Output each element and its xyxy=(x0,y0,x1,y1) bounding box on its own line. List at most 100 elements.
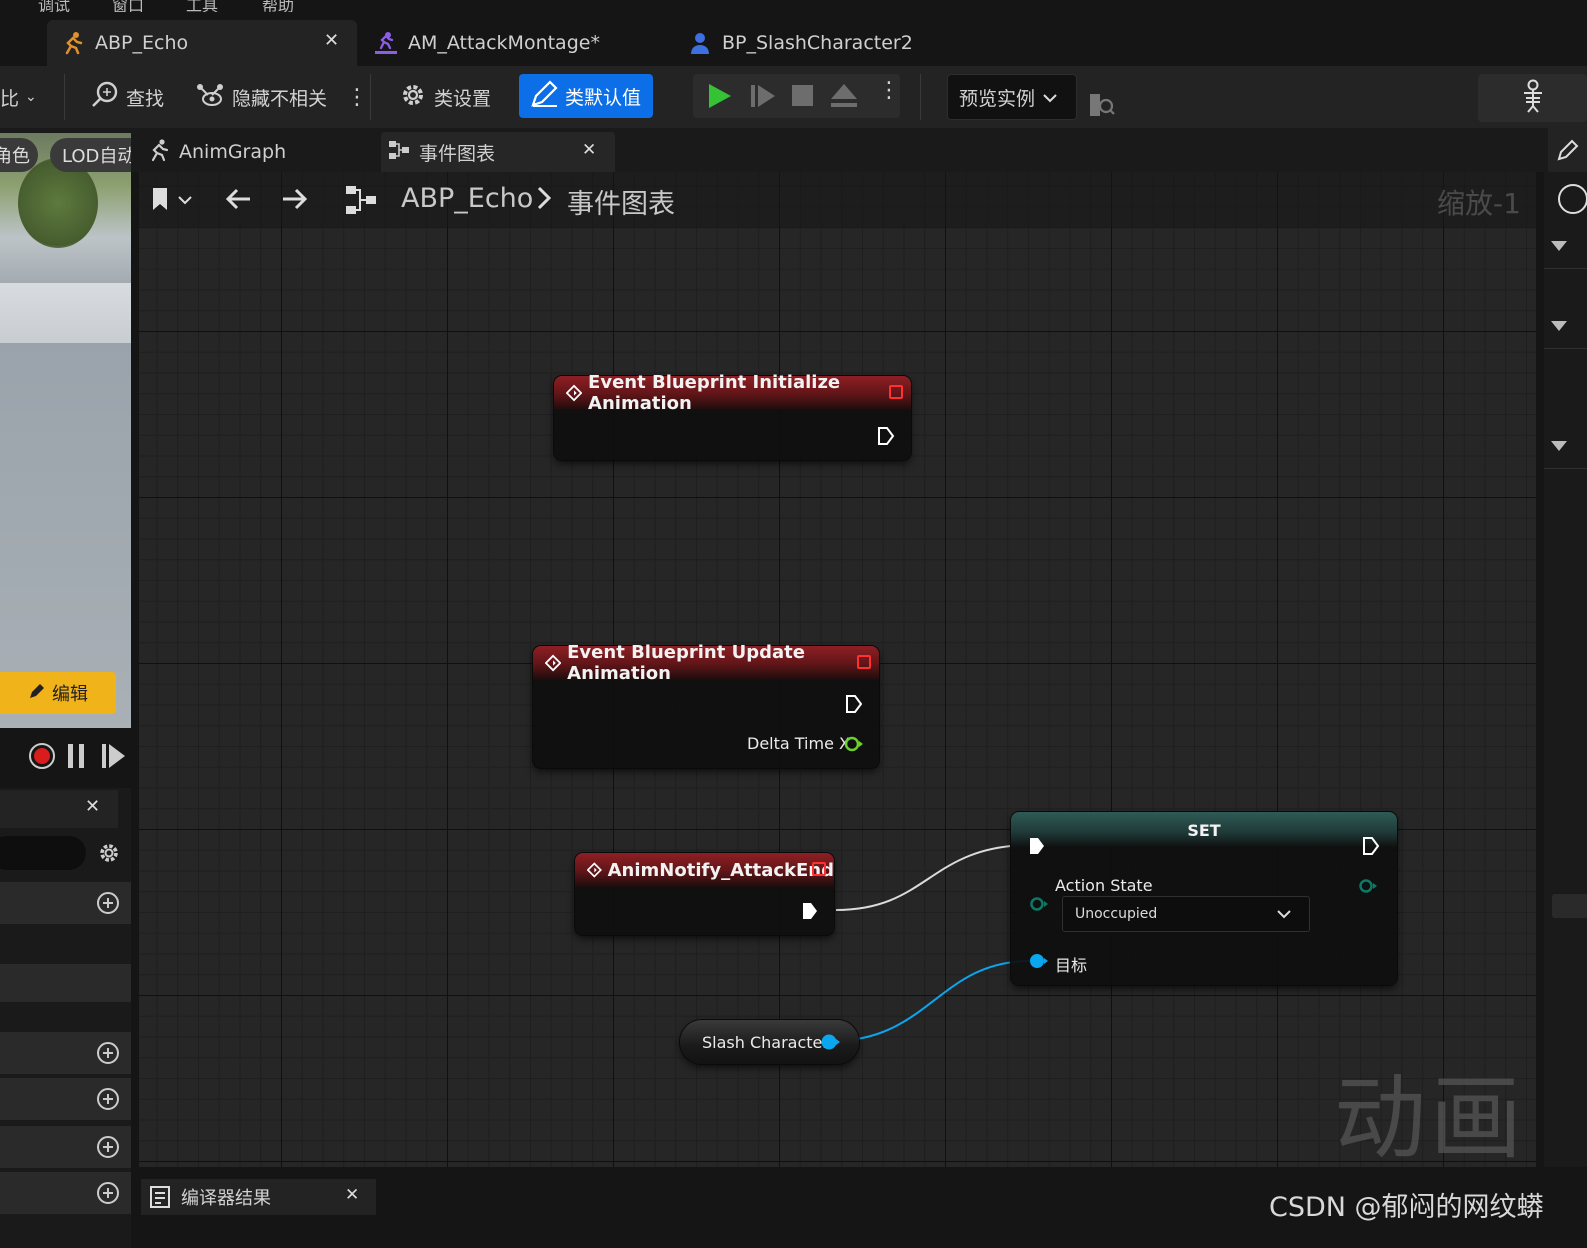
object-out-pin[interactable] xyxy=(820,1032,842,1052)
add-icon[interactable] xyxy=(96,1135,120,1163)
compiler-results-tab[interactable]: 编译器结果 ✕ xyxy=(141,1179,376,1215)
graph-breadcrumb-bar: ABP_Echo 事件图表 缩放-1 xyxy=(139,172,1536,228)
close-icon[interactable]: ✕ xyxy=(582,140,596,160)
details-category-row[interactable] xyxy=(0,1032,131,1074)
back-arrow-icon[interactable] xyxy=(223,186,253,216)
class-settings-label: 类设置 xyxy=(434,87,492,110)
search-icon[interactable] xyxy=(1558,184,1587,214)
delegate-pin[interactable] xyxy=(889,385,903,399)
right-panel-strip xyxy=(1544,128,1587,1248)
step-forward-icon[interactable] xyxy=(101,742,127,774)
close-icon[interactable]: ✕ xyxy=(324,30,339,51)
hide-unrelated-button[interactable]: 隐藏不相关 xyxy=(194,76,327,118)
bookmark-icon[interactable] xyxy=(151,186,195,218)
add-icon[interactable] xyxy=(96,1041,120,1069)
more-options-icon[interactable]: ⋮ xyxy=(346,76,368,118)
node-anim-notify-attack-end[interactable]: AnimNotify_AttackEnd xyxy=(575,853,834,935)
exec-out-pin[interactable] xyxy=(801,901,819,921)
tab-animgraph[interactable]: AnimGraph xyxy=(141,132,373,172)
tab-label: AnimGraph xyxy=(179,141,287,163)
debug-filter-icon[interactable] xyxy=(1088,84,1116,126)
node-title: SET xyxy=(1187,820,1221,840)
details-category-row[interactable] xyxy=(0,1172,131,1214)
search-input[interactable] xyxy=(0,836,86,870)
divider xyxy=(1544,348,1587,349)
stop-icon[interactable] xyxy=(791,83,815,114)
close-icon[interactable]: ✕ xyxy=(345,1185,359,1205)
add-icon[interactable] xyxy=(96,891,120,919)
node-header: AnimNotify_AttackEnd xyxy=(575,853,834,887)
enum-out-pin[interactable] xyxy=(1357,878,1379,894)
node-event-initialize-animation[interactable]: Event Blueprint Initialize Animation xyxy=(554,372,911,460)
hide-unrelated-label: 隐藏不相关 xyxy=(232,87,328,110)
node-set-action-state[interactable]: SET Action State Unoccupied 目标 xyxy=(1011,812,1397,985)
skeleton-icon xyxy=(1518,79,1548,118)
edit-button[interactable]: 编辑 xyxy=(0,672,116,714)
tab-bp-slash-character[interactable]: BP_SlashCharacter2 xyxy=(674,20,974,66)
compare-dropdown[interactable]: 比 ⌄ xyxy=(0,76,37,118)
watermark-credit: CSDN @郁闷的网纹蟒 xyxy=(1269,1192,1544,1223)
menu-tools[interactable]: 工具 xyxy=(186,0,218,12)
breadcrumb-root[interactable]: ABP_Echo xyxy=(401,183,533,214)
graph-hierarchy-icon[interactable] xyxy=(344,184,378,220)
event-graph-canvas[interactable]: Event Blueprint Initialize Animation Eve… xyxy=(139,172,1536,1167)
edit-label: 编辑 xyxy=(52,684,88,705)
toolbar-divider xyxy=(920,74,921,120)
close-icon[interactable]: ✕ xyxy=(85,796,100,817)
action-state-dropdown[interactable]: Unoccupied xyxy=(1062,896,1310,932)
forward-arrow-icon[interactable] xyxy=(280,186,310,216)
exec-out-pin[interactable] xyxy=(1362,836,1380,856)
exec-out-pin[interactable] xyxy=(845,694,863,714)
action-state-value: Unoccupied xyxy=(1075,906,1158,922)
exec-wire xyxy=(835,844,1033,911)
step-icon[interactable] xyxy=(749,82,777,115)
float-pin[interactable] xyxy=(843,735,865,753)
skeleton-mode-button[interactable] xyxy=(1478,74,1587,122)
menu-debug[interactable]: 调试 xyxy=(38,0,70,12)
pause-icon[interactable] xyxy=(66,742,88,774)
graph-icon xyxy=(387,139,411,166)
graph-tab-strip: AnimGraph 事件图表 ✕ xyxy=(131,128,1587,172)
divider xyxy=(1544,468,1587,469)
enum-in-pin[interactable] xyxy=(1028,896,1050,912)
delegate-pin[interactable] xyxy=(812,862,826,876)
details-category-row[interactable] xyxy=(0,964,131,1002)
find-button[interactable]: 查找 xyxy=(90,76,164,118)
menu-help[interactable]: 帮助 xyxy=(262,0,294,12)
preview-instance-dropdown[interactable]: 预览实例 xyxy=(947,74,1077,120)
menu-window[interactable]: 窗口 xyxy=(112,0,144,12)
class-settings-button[interactable]: 类设置 xyxy=(398,76,491,118)
node-get-slash-character[interactable]: Slash Character xyxy=(680,1020,859,1064)
object-in-pin[interactable] xyxy=(1028,952,1050,970)
exec-in-pin[interactable] xyxy=(1028,836,1046,856)
role-chip-label: 角色 xyxy=(0,146,30,167)
delegate-pin[interactable] xyxy=(857,655,871,669)
node-event-update-animation[interactable]: Event Blueprint Update Animation Delta T… xyxy=(533,642,879,768)
eject-icon[interactable] xyxy=(829,82,859,115)
role-chip[interactable]: 角色 xyxy=(0,138,38,172)
side-input[interactable] xyxy=(1552,894,1587,918)
more-options-icon[interactable]: ⋮ xyxy=(878,78,900,103)
details-category-row[interactable] xyxy=(0,1126,131,1168)
details-panel-tab[interactable]: ✕ xyxy=(0,790,118,828)
delta-time-label: Delta Time X xyxy=(747,734,850,753)
class-defaults-button[interactable]: 类默认值 xyxy=(519,74,654,118)
breadcrumb-current: 事件图表 xyxy=(567,189,675,220)
tab-abp-echo[interactable]: ABP_Echo ✕ xyxy=(47,20,357,66)
collapse-arrow-icon[interactable] xyxy=(1550,240,1568,252)
right-tab[interactable] xyxy=(1548,128,1587,172)
play-icon[interactable] xyxy=(705,82,733,115)
add-icon[interactable] xyxy=(96,1087,120,1115)
record-icon[interactable] xyxy=(27,741,57,775)
details-category-row[interactable] xyxy=(0,882,131,924)
details-category-row[interactable] xyxy=(0,1078,131,1120)
gear-icon[interactable] xyxy=(96,840,122,870)
exec-out-pin[interactable] xyxy=(877,426,895,446)
tab-label: AM_AttackMontage* xyxy=(408,32,600,54)
tab-am-attack-montage[interactable]: AM_AttackMontage* xyxy=(360,20,660,66)
node-title: Event Blueprint Initialize Animation xyxy=(588,372,841,414)
collapse-arrow-icon[interactable] xyxy=(1550,320,1568,332)
tab-event-graph[interactable]: 事件图表 ✕ xyxy=(381,132,615,172)
collapse-arrow-icon[interactable] xyxy=(1550,440,1568,452)
add-icon[interactable] xyxy=(96,1181,120,1209)
